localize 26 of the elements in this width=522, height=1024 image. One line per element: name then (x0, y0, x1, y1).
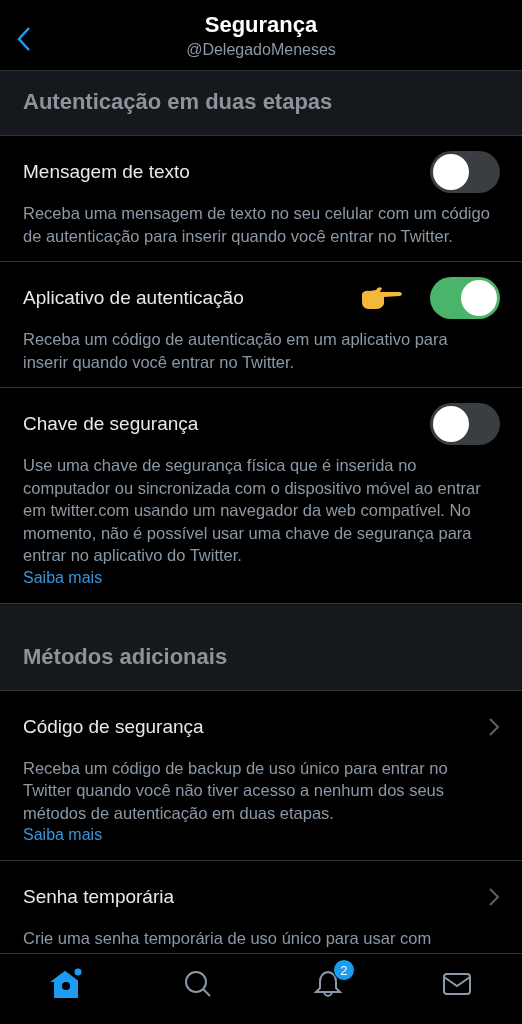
toggle-switch[interactable] (430, 151, 500, 193)
chevron-right-icon (488, 887, 500, 907)
learn-more-link[interactable]: Saiba mais (23, 566, 103, 589)
setting-description: Use uma chave de segurança física que é inserida no computador ou sincronizada com o dispositivo móvel ao entrar em twitter.com usando um navegador da web compatível. No momento, não é possível usar uma chave de segurança para entrar no aplicativo do Twitter. (23, 455, 482, 566)
toggle-switch[interactable] (430, 277, 500, 319)
setting-description: Receba um código de autenticação em um aplicativo para inserir quando você entrar no Twitter. (23, 329, 449, 373)
birdhouse-icon[interactable] (49, 967, 84, 1001)
chevron-right-icon (488, 716, 500, 737)
setting-title: Chave de segurança (23, 413, 200, 435)
learn-more-link[interactable]: Saiba mais (23, 824, 103, 846)
section-heading: Métodos adicionais (0, 625, 522, 691)
bell-icon[interactable] (312, 969, 343, 999)
envelope-icon[interactable] (442, 971, 473, 997)
section-heading: Autenticação em duas etapas (0, 71, 522, 136)
setting-description: Receba um código de backup de uso único para entrar no Twitter quando você não tiver acesso a nenhum dos seus métodos de autenticação em duas etapas. (23, 757, 449, 824)
setting-description: Receba uma mensagem de texto no seu celular com um código de autenticação para inserir quando você entrar no Twitter. (23, 203, 491, 247)
setting-description: Crie uma senha temporária de uso único para usar com (23, 928, 433, 949)
page-title: Segurança (204, 11, 318, 38)
setting-title: Senha temporária (23, 886, 176, 908)
setting-title: Mensagem de texto (23, 161, 191, 183)
toggle-switch[interactable] (430, 403, 500, 445)
setting-title: Código de segurança (23, 715, 205, 738)
setting-title: Aplicativo de autenticação (23, 287, 245, 309)
account-handle: @DelegadoMeneses (186, 40, 336, 59)
notification-badge: 2 (332, 959, 355, 981)
back-icon[interactable] (16, 26, 32, 52)
